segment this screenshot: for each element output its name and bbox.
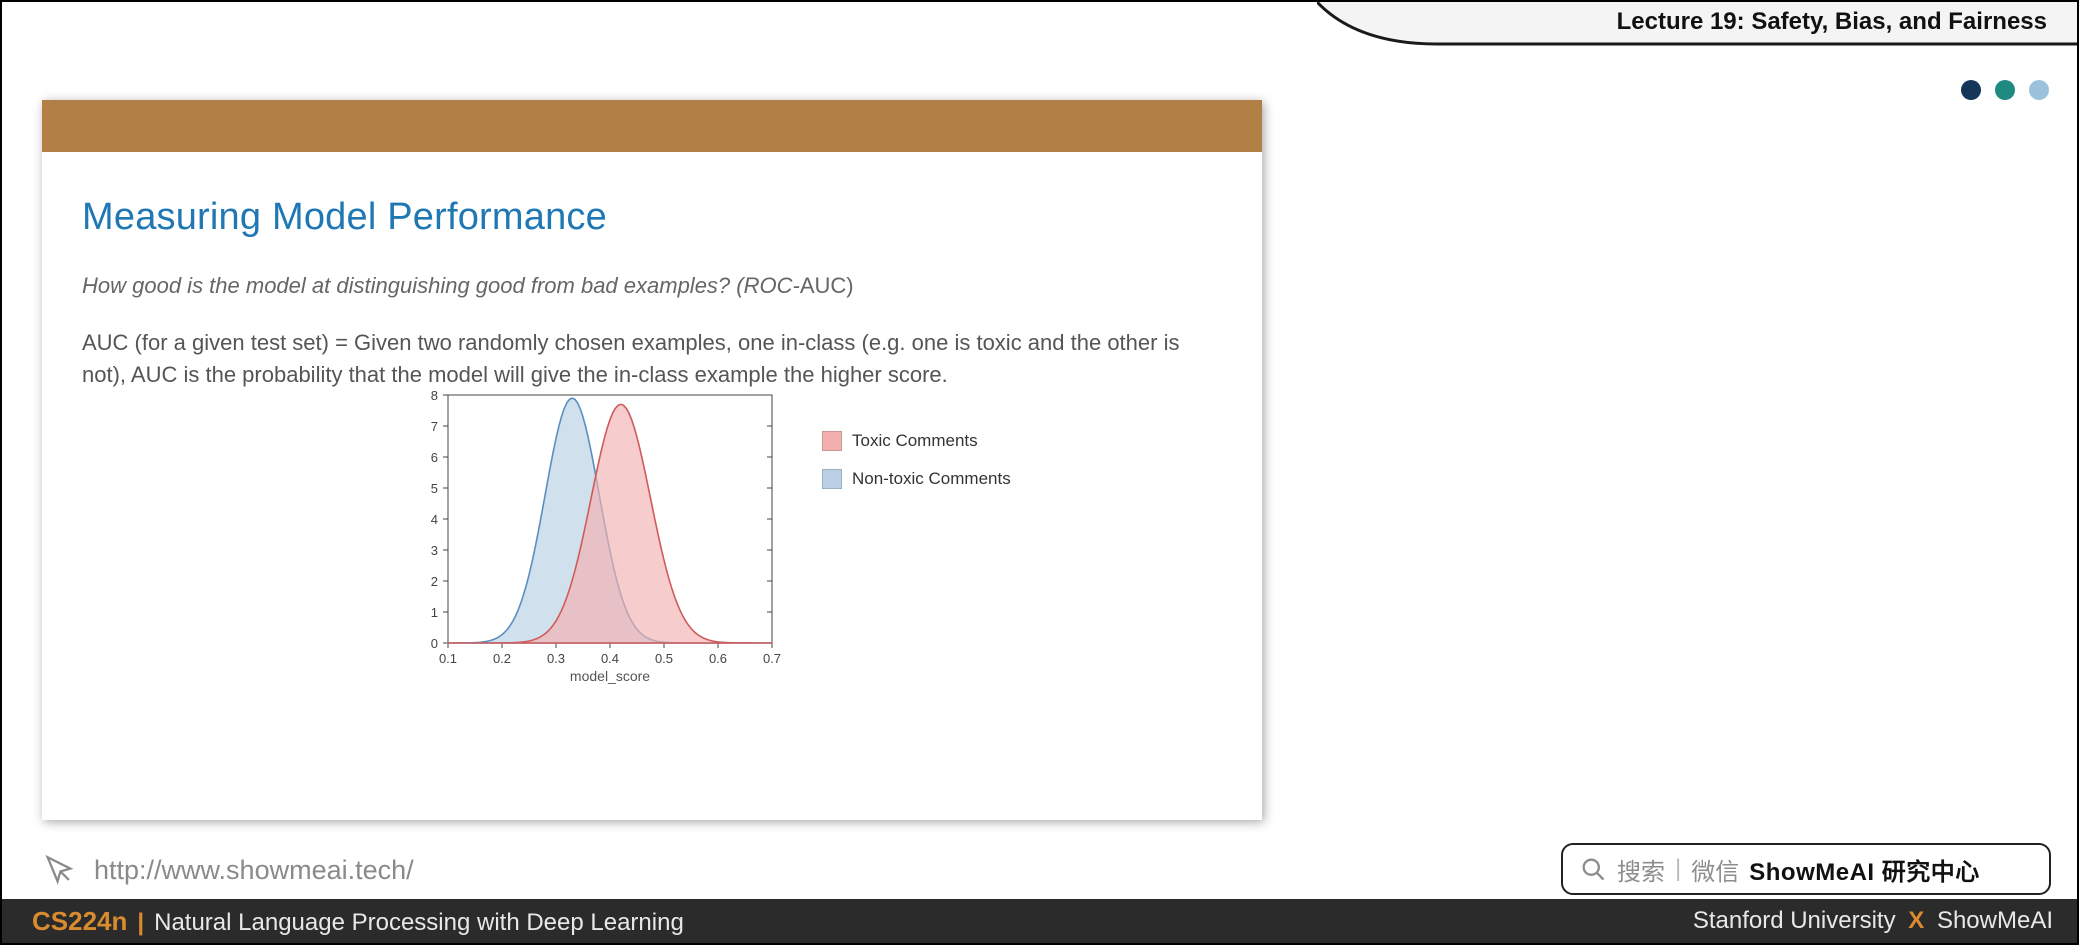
search-hint-1: 搜索 xyxy=(1617,852,1665,887)
legend-label-toxic: Toxic Comments xyxy=(852,431,978,451)
svg-text:0: 0 xyxy=(431,636,438,651)
chart-legend: Toxic Comments Non-toxic Comments xyxy=(822,431,1011,507)
footer-right: Stanford University X ShowMeAI xyxy=(1693,907,2053,935)
dot-3 xyxy=(2029,80,2049,100)
slide-description: AUC (for a given test set) = Given two r… xyxy=(82,327,1222,391)
search-strong: ShowMeAI 研究中心 xyxy=(1749,852,1980,887)
lecture-title: Lecture 19: Safety, Bias, and Fairness xyxy=(1617,8,2047,36)
legend-label-nontoxic: Non-toxic Comments xyxy=(852,469,1011,489)
svg-text:0.2: 0.2 xyxy=(493,651,511,666)
svg-text:model_score: model_score xyxy=(570,668,650,684)
svg-text:8: 8 xyxy=(431,388,438,403)
slide-title: Measuring Model Performance xyxy=(82,196,1222,239)
search-hint-2: 微信 xyxy=(1691,852,1739,887)
svg-text:0.4: 0.4 xyxy=(601,651,619,666)
svg-text:0.1: 0.1 xyxy=(439,651,457,666)
header-dots xyxy=(1961,80,2049,100)
svg-text:4: 4 xyxy=(431,512,438,527)
legend-row-nontoxic: Non-toxic Comments xyxy=(822,469,1011,489)
footer-divider: | xyxy=(137,909,144,937)
footer-bar: CS224n | Natural Language Processing wit… xyxy=(2,899,2077,943)
org-stanford: Stanford University xyxy=(1693,907,1896,934)
footer-x: X xyxy=(1908,907,1924,934)
dot-2 xyxy=(1995,80,2015,100)
slide-card: Measuring Model Performance How good is … xyxy=(42,100,1262,820)
legend-row-toxic: Toxic Comments xyxy=(822,431,1011,451)
page-frame: Lecture 19: Safety, Bias, and Fairness M… xyxy=(0,0,2079,945)
slide-subtitle-plain: AUC) xyxy=(800,273,854,298)
course-code: CS224n xyxy=(32,906,127,937)
slide-body: Measuring Model Performance How good is … xyxy=(42,152,1262,695)
search-separator: | xyxy=(1675,855,1681,883)
svg-text:6: 6 xyxy=(431,450,438,465)
footer-left: CS224n | Natural Language Processing wit… xyxy=(32,906,684,937)
slide-subtitle: How good is the model at distinguishing … xyxy=(82,273,1222,299)
svg-text:0.3: 0.3 xyxy=(547,651,565,666)
svg-text:5: 5 xyxy=(431,481,438,496)
course-name: Natural Language Processing with Deep Le… xyxy=(154,909,684,937)
svg-text:0.5: 0.5 xyxy=(655,651,673,666)
svg-text:3: 3 xyxy=(431,543,438,558)
search-icon xyxy=(1579,855,1607,883)
source-url-row: http://www.showmeai.tech/ xyxy=(42,853,414,887)
svg-text:0.6: 0.6 xyxy=(709,651,727,666)
cursor-icon xyxy=(42,853,76,887)
svg-text:1: 1 xyxy=(431,605,438,620)
org-showmeai: ShowMeAI xyxy=(1937,907,2053,934)
source-url-text: http://www.showmeai.tech/ xyxy=(94,855,414,886)
legend-swatch-nontoxic xyxy=(822,469,842,489)
legend-swatch-toxic xyxy=(822,431,842,451)
slide-subtitle-italic: How good is the model at distinguishing … xyxy=(82,273,800,298)
dot-1 xyxy=(1961,80,1981,100)
svg-text:0.7: 0.7 xyxy=(763,651,781,666)
density-chart: 0 1 2 3 4 5 6 7 8 0.1 0.2 0.3 0.4 0.5 0.6 0.7 model_scor… xyxy=(412,385,782,685)
header-bar: Lecture 19: Safety, Bias, and Fairness xyxy=(1317,2,2077,44)
search-pill[interactable]: 搜索 | 微信 ShowMeAI 研究中心 xyxy=(1561,843,2051,895)
svg-text:7: 7 xyxy=(431,419,438,434)
chart-area: 0 1 2 3 4 5 6 7 8 0.1 0.2 0.3 0.4 0.5 0.6 0.7 model_scor… xyxy=(412,385,1222,685)
slide-accent-bar xyxy=(42,100,1262,152)
svg-text:2: 2 xyxy=(431,574,438,589)
